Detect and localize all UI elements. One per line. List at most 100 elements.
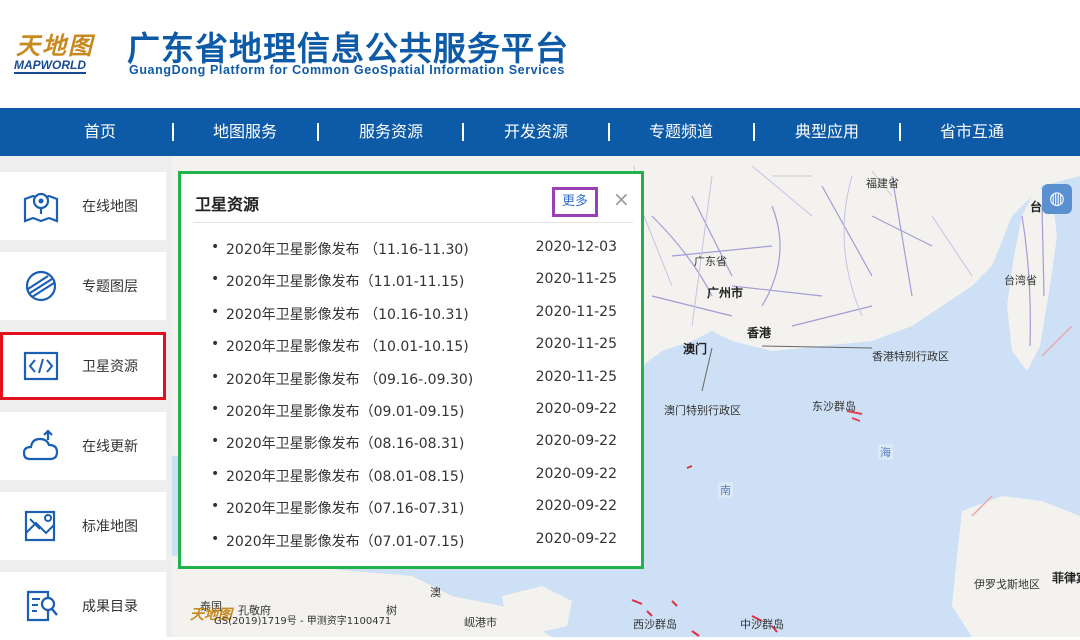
nav-item-home[interactable]: 首页 (40, 108, 160, 156)
news-item[interactable]: • 2020年卫星影像发布（07.01-07.15) 2020-09-22 (211, 531, 617, 555)
nav-item-dev-resources[interactable]: 开发资源 (476, 108, 596, 156)
news-item[interactable]: • 2020年卫星影像发布（07.16-07.31) 2020-09-22 (211, 498, 617, 522)
header: 天地图 MAPWORLD 广东省地理信息公共服务平台 GuangDong Pla… (0, 0, 1080, 108)
news-title[interactable]: 2020年卫星影像发布（07.01-07.15) (226, 531, 464, 551)
sidebar-item-online-update[interactable]: 在线更新 (0, 412, 166, 480)
news-date: 2020-11-25 (535, 271, 617, 287)
sidebar-item-online-map[interactable]: 在线地图 (0, 172, 166, 240)
news-date: 2020-11-25 (535, 304, 617, 320)
nav-item-service-resources[interactable]: 服务资源 (331, 108, 451, 156)
news-item[interactable]: • 2020年卫星影像发布 （09.16-.09.30) 2020-11-25 (211, 369, 617, 393)
news-title[interactable]: 2020年卫星影像发布 （11.16-11.30) (226, 239, 469, 259)
code-icon (23, 351, 59, 381)
sidebar-item-satellite-resources[interactable]: 卫星资源 (0, 332, 166, 400)
nav-separator (608, 123, 610, 141)
map-label-xisha: 西沙群岛 (633, 618, 677, 631)
news-date: 2020-09-22 (535, 466, 617, 482)
main-nav: 首页 地图服务 服务资源 开发资源 专题频道 典型应用 省市互通 (0, 108, 1080, 156)
panel-divider (193, 222, 633, 223)
sidebar-item-label: 在线更新 (82, 439, 138, 455)
sidebar-item-label: 卫星资源 (82, 359, 138, 375)
bullet: • (211, 531, 220, 547)
close-icon[interactable]: × (613, 187, 630, 211)
map-label-dongsha: 东沙群岛 (812, 400, 856, 413)
nav-separator (172, 123, 174, 141)
map-pin-icon (23, 192, 59, 223)
map-label-macau: 澳门 (683, 342, 708, 356)
bullet: • (211, 239, 220, 255)
news-item[interactable]: • 2020年卫星影像发布 （11.16-11.30) 2020-12-03 (211, 239, 617, 263)
nav-item-map-services[interactable]: 地图服务 (185, 108, 305, 156)
sidebar: 在线地图 专题图层 卫星资源 在线更新 标准地图 成果目录 (0, 156, 172, 640)
news-date: 2020-12-03 (535, 239, 617, 255)
news-title[interactable]: 2020年卫星影像发布（08.01-08.15) (226, 466, 464, 486)
news-date: 2020-11-25 (535, 336, 617, 352)
news-title[interactable]: 2020年卫星影像发布（11.01-11.15) (226, 271, 464, 291)
more-button[interactable]: 更多 (552, 187, 598, 217)
news-title[interactable]: 2020年卫星影像发布（09.01-09.15) (226, 401, 464, 421)
news-item[interactable]: • 2020年卫星影像发布（09.01-09.15) 2020-09-22 (211, 401, 617, 425)
layers-icon (25, 270, 57, 302)
map-label-ilocos: 伊罗戈斯地区 (974, 578, 1040, 591)
bullet: • (211, 271, 220, 287)
logo-chinese-text: 天地图 (16, 31, 94, 60)
sidebar-item-label: 标准地图 (82, 519, 138, 535)
site-subtitle: GuangDong Platform for Common GeoSpatial… (129, 63, 565, 77)
catalog-search-icon (26, 590, 58, 622)
news-item[interactable]: • 2020年卫星影像发布 （10.01-10.15) 2020-11-25 (211, 336, 617, 360)
news-title[interactable]: 2020年卫星影像发布（07.16-07.31) (226, 498, 464, 518)
news-item[interactable]: • 2020年卫星影像发布 （10.16-10.31) 2020-11-25 (211, 304, 617, 328)
bullet: • (211, 304, 220, 320)
tianditu-logo[interactable]: 天地图 MAPWORLD (14, 26, 104, 76)
news-item[interactable]: • 2020年卫星影像发布（11.01-11.15) 2020-11-25 (211, 271, 617, 295)
map-label-hk-sar: 香港特别行政区 (872, 350, 949, 363)
news-title[interactable]: 2020年卫星影像发布 （09.16-.09.30) (226, 369, 473, 389)
map-copyright: GS(2019)1719号 - 甲测资字1100471 (214, 616, 392, 627)
map-label-taiwan-province: 台湾省 (1004, 274, 1037, 287)
news-date: 2020-09-22 (535, 433, 617, 449)
bullet: • (211, 369, 220, 385)
map-label-zhongsha: 中沙群岛 (740, 618, 784, 631)
nav-separator (317, 123, 319, 141)
bullet: • (211, 433, 220, 449)
bullet: • (211, 336, 220, 352)
map-label-guangzhou: 广州市 (707, 286, 744, 300)
news-title[interactable]: 2020年卫星影像发布 （10.01-10.15) (226, 336, 469, 356)
sidebar-item-label: 在线地图 (82, 199, 138, 215)
news-title[interactable]: 2020年卫星影像发布（08.16-08.31) (226, 433, 464, 453)
news-item[interactable]: • 2020年卫星影像发布（08.16-08.31) 2020-09-22 (211, 433, 617, 457)
bullet: • (211, 466, 220, 482)
map-label-ao: 澳 (430, 586, 441, 599)
news-date: 2020-09-22 (535, 498, 617, 514)
globe-icon[interactable]: ◍ (1042, 184, 1072, 214)
map-label-danang: 岘港市 (464, 616, 497, 629)
standard-map-icon (24, 510, 56, 542)
nav-separator (899, 123, 901, 141)
map-label-philippines: 菲律宾 (1052, 571, 1080, 585)
news-item[interactable]: • 2020年卫星影像发布（08.01-08.15) 2020-09-22 (211, 466, 617, 490)
bullet: • (211, 401, 220, 417)
map-label-guangdong: 广东省 (694, 255, 727, 268)
nav-item-topic-channel[interactable]: 专题频道 (621, 108, 741, 156)
news-title[interactable]: 2020年卫星影像发布 （10.16-10.31) (226, 304, 469, 324)
sidebar-item-label: 成果目录 (82, 599, 138, 615)
map-label-macau-sar: 澳门特别行政区 (664, 404, 741, 417)
panel-title: 卫星资源 (195, 195, 260, 214)
map-label-sea-hai: 海 (878, 444, 893, 460)
sidebar-item-label: 专题图层 (82, 279, 138, 295)
nav-item-typical-apps[interactable]: 典型应用 (767, 108, 887, 156)
bullet: • (211, 498, 220, 514)
map-label-hongkong: 香港 (747, 326, 772, 340)
map-label-tai: 台 (1030, 200, 1043, 214)
news-date: 2020-09-22 (535, 531, 617, 547)
sidebar-item-standard-map[interactable]: 标准地图 (0, 492, 166, 560)
map-label-fujian: 福建省 (866, 177, 899, 190)
nav-item-province-city[interactable]: 省市互通 (912, 108, 1032, 156)
sidebar-item-results-catalog[interactable]: 成果目录 (0, 572, 166, 640)
nav-separator (753, 123, 755, 141)
news-date: 2020-11-25 (535, 369, 617, 385)
nav-separator (462, 123, 464, 141)
sidebar-item-thematic-layers[interactable]: 专题图层 (0, 252, 166, 320)
news-date: 2020-09-22 (535, 401, 617, 417)
cloud-upload-icon (22, 429, 59, 461)
